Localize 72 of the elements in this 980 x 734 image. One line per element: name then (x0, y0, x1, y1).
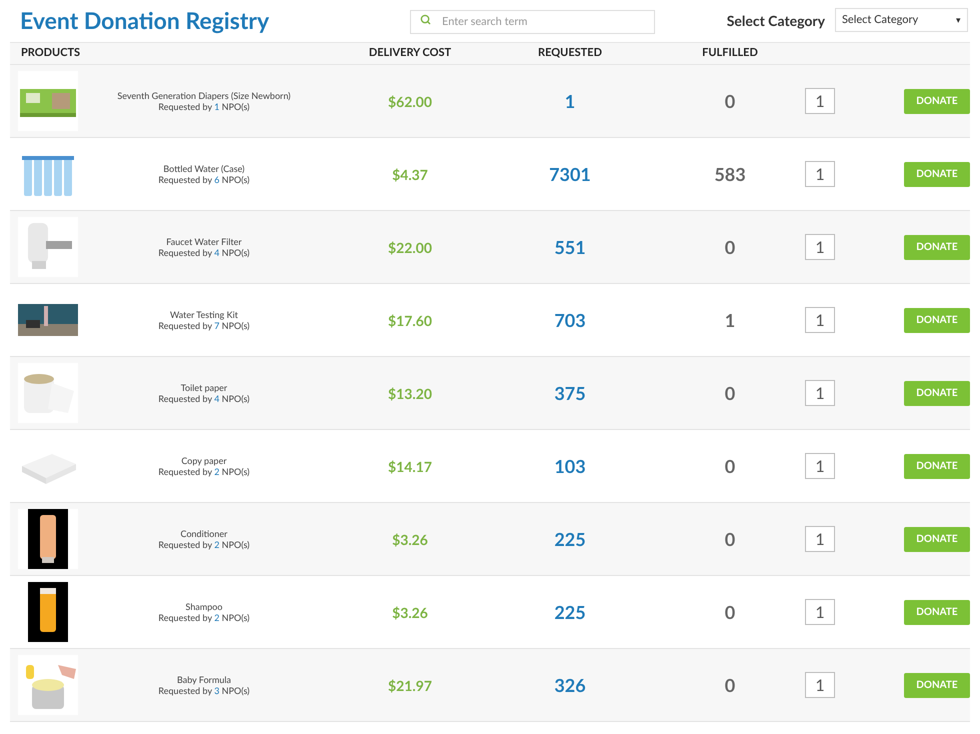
column-header: PRODUCTS (20, 45, 82, 62)
delivery-cost: $14.17 (388, 456, 432, 476)
quantity-field[interactable]: 1 (805, 234, 835, 260)
fulfilled-count: 1 (724, 308, 736, 332)
npo-count-link[interactable]: 2 (214, 539, 220, 550)
product-name: Conditioner (180, 528, 228, 539)
fulfilled-count: 0 (724, 88, 736, 114)
product-name: Seventh Generation Diapers (Size Newborn) (116, 90, 292, 101)
quantity-field[interactable]: 1 (805, 599, 835, 625)
quantity-field[interactable]: 1 (805, 672, 835, 698)
requested-count: 225 (554, 600, 586, 624)
request-info: Requested by 2 NPO(s) (157, 466, 251, 477)
product-name: Baby Formula (176, 674, 232, 685)
delivery-cost: $17.60 (388, 310, 432, 330)
delivery-cost: $21.97 (388, 676, 432, 696)
delivery-cost: $22.00 (388, 238, 432, 258)
npo-count-link[interactable]: 1 (214, 101, 220, 112)
npo-count-link[interactable]: 4 (214, 247, 220, 258)
product-name: Water Testing Kit (168, 309, 240, 320)
npo-count-link[interactable]: 7 (214, 320, 220, 331)
quantity-field[interactable]: 1 (805, 380, 835, 406)
category-label: Select Category (726, 10, 825, 30)
quantity-field[interactable]: 1 (805, 307, 835, 333)
delivery-cost: $4.37 (392, 164, 428, 184)
npo-count-link[interactable]: 3 (214, 685, 220, 696)
fulfilled-count: 583 (714, 162, 746, 186)
quantity-field[interactable]: 1 (805, 453, 835, 479)
product-name: Faucet Water Filter (165, 236, 243, 247)
fulfilled-count: 0 (724, 454, 736, 478)
npo-count-link[interactable]: 2 (214, 612, 220, 623)
fulfilled-count: 0 (724, 526, 736, 552)
product-name: Bottled Water (Case) (162, 163, 246, 174)
requested-count: 225 (554, 526, 586, 552)
quantity-field[interactable]: 1 (805, 161, 835, 187)
requested-count: 7301 (549, 162, 591, 186)
requested-count: 703 (554, 308, 586, 332)
product-name: Copy paper (180, 455, 228, 466)
request-info: Requested by 4 NPO(s) (157, 393, 251, 404)
request-info: Requested by 4 NPO(s) (157, 247, 251, 258)
npo-count-link[interactable]: 2 (214, 466, 220, 477)
product-name: Toilet paper (180, 382, 228, 393)
request-info: Requested by 6 NPO(s) (157, 174, 251, 185)
fulfilled-count: 0 (724, 234, 736, 260)
request-info: Requested by 3 NPO(s) (157, 685, 251, 696)
npo-count-link[interactable]: 4 (214, 393, 220, 404)
request-info: Requested by 7 NPO(s) (157, 320, 251, 331)
search-field[interactable]: Enter search term (410, 10, 655, 34)
npo-count-link[interactable]: 6 (214, 174, 220, 185)
delivery-cost: $62.00 (388, 92, 432, 112)
delivery-cost: $3.26 (392, 602, 428, 622)
column-header: DELIVERY COST (368, 45, 452, 62)
category-select[interactable]: Select Category ▾ (835, 8, 968, 32)
quantity-field[interactable]: 1 (805, 88, 835, 114)
fulfilled-count: 0 (724, 672, 736, 698)
requested-count: 1 (564, 88, 576, 114)
column-header: FULFILLED (702, 45, 758, 62)
requested-count: 375 (554, 380, 586, 406)
requested-count: 103 (554, 454, 586, 478)
requested-count: 551 (554, 234, 586, 260)
search-icon (420, 14, 431, 25)
page-title: Event Donation Registry (20, 4, 270, 36)
request-info: Requested by 2 NPO(s) (157, 539, 251, 550)
request-info: Requested by 2 NPO(s) (157, 612, 251, 623)
request-info: Requested by 1 NPO(s) (157, 101, 251, 112)
quantity-field[interactable]: 1 (805, 526, 835, 552)
requested-count: 326 (554, 672, 586, 698)
delivery-cost: $13.20 (388, 384, 432, 404)
product-name: Shampoo (184, 601, 224, 612)
column-header: REQUESTED (538, 45, 602, 62)
fulfilled-count: 0 (724, 380, 736, 406)
delivery-cost: $3.26 (392, 530, 428, 550)
fulfilled-count: 0 (724, 600, 736, 624)
